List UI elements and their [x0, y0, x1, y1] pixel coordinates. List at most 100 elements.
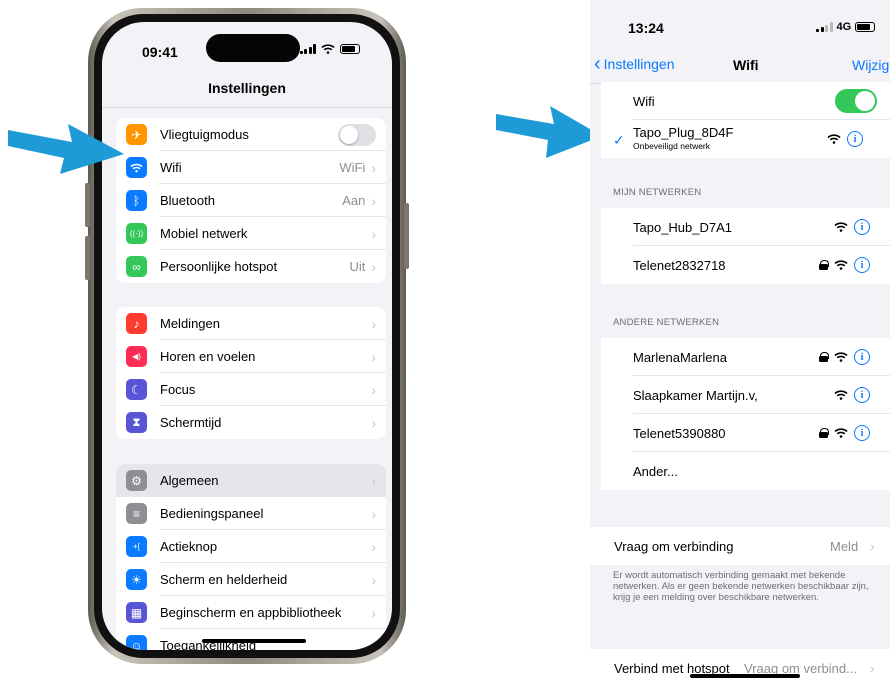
other-networks-group: MarlenaMarlena i Slaapkamer Martijn.v, i Tel… [601, 338, 890, 490]
phone-frame: 09:41 Instellingen ✈ Vliegtuigmodus Wifi Wi… [85, 8, 409, 664]
dynamic-island [206, 34, 300, 62]
status-icons: 4G [816, 21, 876, 33]
lock-icon [819, 428, 829, 438]
power-button [404, 203, 409, 269]
signal-icon [816, 22, 833, 32]
grid-icon: ▦ [126, 602, 147, 623]
settings-row-algemeen[interactable]: ⚙ Algemeen › [116, 464, 386, 497]
settings-group-connectivity: ✈ Vliegtuigmodus Wifi WiFi › ᛒ Bluetooth Aan ›((… [116, 118, 386, 283]
my-networks-group: Tapo_Hub_D7A1 i Telenet2832718 i [601, 208, 890, 284]
settings-row-schermtijd[interactable]: ⧗ Schermtijd › [116, 406, 386, 439]
settings-row-persoonlijke-hotspot[interactable]: ∞ Persoonlijke hotspot Uit › [116, 250, 386, 283]
network-row[interactable]: Telenet5390880 i [601, 414, 890, 452]
settings-row-value: Aan [342, 193, 366, 208]
settings-row-bluetooth[interactable]: ᛒ Bluetooth Aan › [116, 184, 386, 217]
sun-icon: ☀ [126, 569, 147, 590]
chevron-right-icon: › [371, 472, 376, 489]
wifi-icon [126, 157, 147, 178]
settings-row-actieknop[interactable]: +[Actieknop › [116, 530, 386, 563]
wifi-toggle[interactable] [835, 89, 877, 113]
settings-row-value: Uit [349, 259, 366, 274]
wifi-screen: 13:24 4G ‹ Instellingen Wifi Wijzig Wifi… [590, 0, 890, 681]
home-indicator [690, 674, 800, 678]
info-icon[interactable]: i [854, 219, 870, 235]
antenna-icon: ((·)) [126, 223, 147, 244]
chevron-right-icon: › [371, 381, 376, 398]
battery-icon [340, 44, 360, 54]
network-row[interactable]: Tapo_Hub_D7A1 i [601, 208, 890, 246]
airplane-toggle[interactable] [338, 123, 376, 146]
wifi-main-group: Wifi ✓ Tapo_Plug_8D4F Onbeveiligd netwer… [601, 82, 890, 158]
ask-join-row[interactable]: Vraag om verbinding Meld › [590, 527, 890, 565]
settings-row-label: Persoonlijke hotspot [160, 259, 278, 274]
connected-network-row[interactable]: ✓ Tapo_Plug_8D4F Onbeveiligd netwerk i [601, 120, 890, 158]
settings-row-label: Beginscherm en appbibliotheek [160, 605, 342, 620]
edit-button[interactable]: Wijzig [852, 57, 889, 73]
nav-bar: ‹ Instellingen Wifi Wijzig [590, 53, 890, 78]
settings-row-value: WiFi [339, 160, 366, 175]
page-title: Wifi [733, 57, 759, 73]
chevron-right-icon: › [870, 538, 875, 554]
home-indicator [202, 639, 306, 643]
page-title: Instellingen [208, 80, 286, 96]
other-network-row[interactable]: Ander... [601, 452, 890, 490]
network-row[interactable]: Telenet2832718 i [601, 246, 890, 284]
accessibility-icon: ☺ [126, 635, 147, 650]
bluetooth-icon: ᛒ [126, 190, 147, 211]
network-row[interactable]: Slaapkamer Martijn.v, i [601, 376, 890, 414]
chevron-right-icon: › [371, 192, 376, 209]
status-time: 09:41 [142, 44, 178, 60]
settings-row-beginscherm-en-appbibliotheek[interactable]: ▦ Beginscherm en appbibliotheek › [116, 596, 386, 629]
settings-row-meldingen[interactable]: ♪ Meldingen › [116, 307, 386, 340]
hotspot-icon: ∞ [126, 256, 147, 277]
status-time: 13:24 [628, 20, 664, 36]
wifi-signal-icon [827, 134, 841, 144]
switches-icon: ≡ [126, 503, 147, 524]
settings-group-general: ⚙ Algemeen › ≡ Bedieningspaneel › +[Actieknop ›… [116, 464, 386, 650]
settings-group-notifications: ♪ Meldingen › ◀) Horen en voelen › ☾ Focus › ⧗ Sch… [116, 307, 386, 439]
ask-join-footer: Er wordt automatisch verbinding gemaakt … [613, 570, 869, 603]
volume-up-button [85, 183, 90, 227]
my-networks-header: MIJN NETWERKEN [613, 187, 702, 198]
volume-down-button [85, 236, 90, 280]
wifi-toggle-row: Wifi [601, 82, 890, 120]
chevron-right-icon: › [870, 660, 875, 676]
settings-screen: 09:41 Instellingen ✈ Vliegtuigmodus Wifi Wi… [102, 22, 392, 650]
settings-row-vliegtuigmodus[interactable]: ✈ Vliegtuigmodus [116, 118, 386, 151]
settings-row-scherm-en-helderheid[interactable]: ☀ Scherm en helderheid › [116, 563, 386, 596]
settings-row-label: Algemeen [160, 473, 219, 488]
settings-row-mobiel-netwerk[interactable]: ((·)) Mobiel netwerk › [116, 217, 386, 250]
settings-row-label: Focus [160, 382, 196, 397]
settings-row-label: Mobiel netwerk [160, 226, 248, 241]
settings-row-label: Meldingen [160, 316, 220, 331]
network-row[interactable]: MarlenaMarlena i [601, 338, 890, 376]
ask-join-group: Vraag om verbinding Meld › [590, 527, 890, 565]
chevron-right-icon: › [371, 348, 376, 365]
gear-icon: ⚙ [126, 470, 147, 491]
network-type: 4G [836, 21, 852, 33]
info-icon[interactable]: i [847, 131, 863, 147]
bell-icon: ♪ [126, 313, 147, 334]
chevron-left-icon: ‹ [594, 53, 601, 75]
back-button[interactable]: ‹ Instellingen [594, 53, 675, 75]
settings-row-wifi[interactable]: Wifi WiFi › [116, 151, 386, 184]
other-network-label: Ander... [633, 463, 678, 479]
info-icon[interactable]: i [854, 425, 870, 441]
chevron-right-icon: › [371, 538, 376, 555]
settings-row-label: Schermtijd [160, 415, 222, 430]
info-icon[interactable]: i [854, 257, 870, 273]
settings-row-label: Scherm en helderheid [160, 572, 288, 587]
chevron-right-icon: › [371, 315, 376, 332]
settings-row-bedieningspaneel[interactable]: ≡ Bedieningspaneel › [116, 497, 386, 530]
arrow-pointing-wifi-left [8, 124, 124, 174]
chevron-right-icon: › [371, 258, 376, 275]
other-networks-header: ANDERE NETWERKEN [613, 317, 720, 328]
hourglass-icon: ⧗ [126, 412, 147, 433]
wifi-signal-icon [834, 428, 848, 438]
settings-row-focus[interactable]: ☾ Focus › [116, 373, 386, 406]
info-icon[interactable]: i [854, 349, 870, 365]
settings-row-horen-en-voelen[interactable]: ◀) Horen en voelen › [116, 340, 386, 373]
info-icon[interactable]: i [854, 387, 870, 403]
settings-row-label: Vliegtuigmodus [160, 127, 249, 142]
airplane-icon: ✈ [126, 124, 147, 145]
